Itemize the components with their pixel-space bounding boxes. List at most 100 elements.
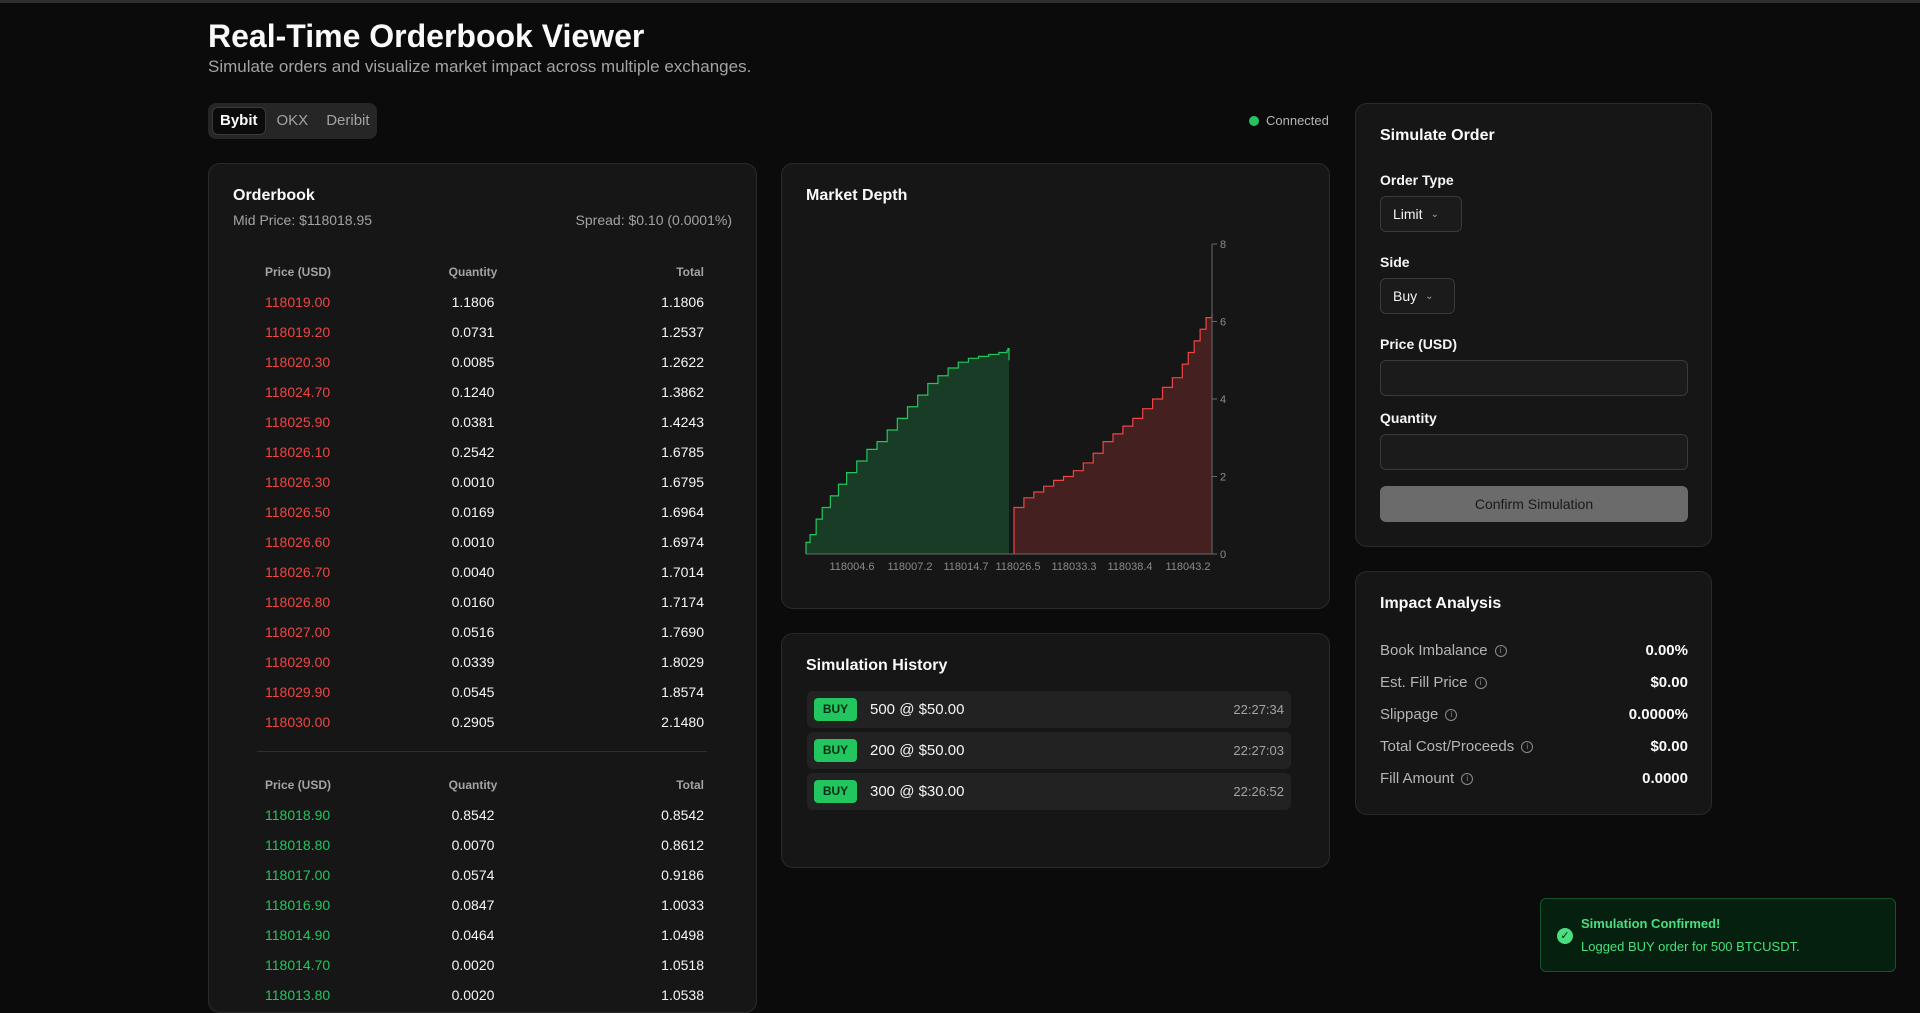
x-tick-label: 118004.6 <box>829 561 874 573</box>
ask-row-quantity: 1.1806 <box>451 294 495 310</box>
info-icon[interactable]: i <box>1474 676 1487 689</box>
info-icon[interactable]: i <box>1521 740 1534 753</box>
ask-row: 118026.80 0.0160 1.7174 <box>233 587 716 617</box>
quantity-input[interactable] <box>1380 434 1688 470</box>
mid-price: Mid Price: $118018.95 <box>233 212 373 228</box>
impact-row: Fill Amount i 0.0000 <box>1380 770 1688 787</box>
ask-row-price: 118027.00 <box>265 624 331 640</box>
ask-row-price: 118026.60 <box>265 534 331 550</box>
ask-row-total: 1.7174 <box>661 594 704 610</box>
bids-header: Price (USD) Quantity Total <box>233 770 716 800</box>
bid-row-quantity: 0.0020 <box>451 957 495 973</box>
side-label: Side <box>1380 254 1410 270</box>
orderbook-divider <box>257 751 707 752</box>
ask-row: 118026.30 0.0010 1.6795 <box>233 467 716 497</box>
tab-bybit[interactable]: Bybit <box>212 107 266 135</box>
ask-row-total: 1.8574 <box>661 684 704 700</box>
history-order-text: 300 @ $30.00 <box>870 783 965 800</box>
order-type-label: Order Type <box>1380 172 1454 188</box>
col-quantity: Quantity <box>448 265 498 279</box>
ask-row-total: 1.6795 <box>661 474 704 490</box>
ask-row-total: 1.7690 <box>661 624 704 640</box>
bid-row: 118018.80 0.0070 0.8612 <box>233 830 716 860</box>
ask-row: 118019.00 1.1806 1.1806 <box>233 287 716 317</box>
ask-row-total: 1.3862 <box>661 384 704 400</box>
order-type-select[interactable]: Limit ⌄ <box>1380 196 1462 232</box>
impact-value: $0.00 <box>1650 674 1688 691</box>
side-select[interactable]: Buy ⌄ <box>1380 278 1455 314</box>
ask-row-total: 1.8029 <box>661 654 704 670</box>
price-input[interactable] <box>1380 360 1688 396</box>
info-icon[interactable]: i <box>1494 644 1507 657</box>
impact-label-text: Fill Amount <box>1380 770 1455 787</box>
impact-label-text: Slippage <box>1380 706 1439 723</box>
ask-row-total: 1.7014 <box>661 564 704 580</box>
ask-row-price: 118030.00 <box>265 714 331 730</box>
bid-row-total: 0.8542 <box>661 807 704 823</box>
toast-notification: ✓ Simulation Confirmed! Logged BUY order… <box>1540 898 1896 972</box>
impact-label: Total Cost/Proceeds i <box>1380 738 1534 755</box>
asks-header: Price (USD) Quantity Total <box>233 257 716 287</box>
simulate-order-card: Simulate Order Order Type Limit ⌄ Side B… <box>1355 103 1712 547</box>
info-icon[interactable]: i <box>1445 708 1458 721</box>
ask-row-total: 1.6964 <box>661 504 704 520</box>
y-tick-label: 4 <box>1220 394 1226 406</box>
market-depth-card: Market Depth 0 2 4 6 8 118004.6 118007.2 118014… <box>781 163 1330 609</box>
impact-row: Total Cost/Proceeds i $0.00 <box>1380 738 1688 755</box>
ask-row-quantity: 0.0731 <box>451 324 495 340</box>
x-tick-label: 118014.7 <box>943 561 988 573</box>
ask-row-quantity: 0.1240 <box>451 384 495 400</box>
impact-row: Est. Fill Price i $0.00 <box>1380 674 1688 691</box>
bid-row: 118018.90 0.8542 0.8542 <box>233 800 716 830</box>
info-icon[interactable]: i <box>1461 772 1474 785</box>
col-price: Price (USD) <box>265 778 332 792</box>
bid-row-total: 1.0498 <box>661 927 704 943</box>
connection-status: Connected <box>1249 113 1329 128</box>
bid-row: 118014.90 0.0464 1.0498 <box>233 920 716 950</box>
price-label: Price (USD) <box>1380 336 1458 352</box>
order-type-value: Limit <box>1393 206 1423 222</box>
confirm-simulation-button[interactable]: Confirm Simulation <box>1380 486 1688 522</box>
x-tick-label: 118033.3 <box>1051 561 1096 573</box>
bid-row: 118016.90 0.0847 1.0033 <box>233 890 716 920</box>
ask-row-total: 1.2622 <box>661 354 704 370</box>
bid-row-total: 1.0538 <box>661 987 704 1003</box>
x-tick-label: 118026.5 <box>995 561 1040 573</box>
bid-row-price: 118013.80 <box>265 987 331 1003</box>
impact-row: Slippage i 0.0000% <box>1380 706 1688 723</box>
simulation-history-title: Simulation History <box>806 657 948 674</box>
simulation-history-card: Simulation History BUY 500 @ $50.00 22:27:… <box>781 633 1330 868</box>
impact-row: Book Imbalance i 0.00% <box>1380 642 1688 659</box>
asks-table: Price (USD) Quantity Total 118019.00 1.18… <box>233 257 716 737</box>
impact-analysis-card: Impact Analysis Book Imbalance i 0.00% Est.… <box>1355 571 1712 815</box>
page-subtitle: Simulate orders and visualize market imp… <box>208 57 752 76</box>
ask-row-price: 118026.10 <box>265 444 331 460</box>
tab-okx[interactable]: OKX <box>270 107 316 135</box>
chevron-down-icon: ⌄ <box>1425 290 1434 302</box>
ask-row-price: 118026.80 <box>265 594 331 610</box>
ask-row-total: 1.6785 <box>661 444 704 460</box>
bid-row-price: 118016.90 <box>265 897 331 913</box>
impact-label-text: Total Cost/Proceeds <box>1380 738 1515 755</box>
tab-deribit[interactable]: Deribit <box>319 107 376 135</box>
ask-row-total: 1.1806 <box>661 294 704 310</box>
history-item: BUY 300 @ $30.00 22:26:52 <box>807 773 1291 810</box>
spread: Spread: $0.10 (0.0001%) <box>575 212 732 228</box>
page-title: Real-Time Orderbook Viewer <box>208 18 645 54</box>
ask-row-total: 1.4243 <box>661 414 704 430</box>
ask-row: 118026.10 0.2542 1.6785 <box>233 437 716 467</box>
x-tick-label: 118043.2 <box>1165 561 1210 573</box>
quantity-label: Quantity <box>1380 410 1437 426</box>
ask-row: 118024.70 0.1240 1.3862 <box>233 377 716 407</box>
y-tick-label: 8 <box>1220 239 1226 251</box>
ask-row-total: 2.1480 <box>661 714 704 730</box>
asks-body: 118019.00 1.1806 1.1806 118019.20 0.0731 1.25… <box>233 287 716 737</box>
bid-row-total: 0.9186 <box>661 867 704 883</box>
ask-row-price: 118026.70 <box>265 564 331 580</box>
impact-label: Est. Fill Price i <box>1380 674 1487 691</box>
ask-row-total: 1.6974 <box>661 534 704 550</box>
simulate-order-title: Simulate Order <box>1380 127 1495 144</box>
ask-row-price: 118020.30 <box>265 354 331 370</box>
impact-value: 0.00% <box>1645 642 1688 659</box>
bids-area <box>806 348 1009 554</box>
